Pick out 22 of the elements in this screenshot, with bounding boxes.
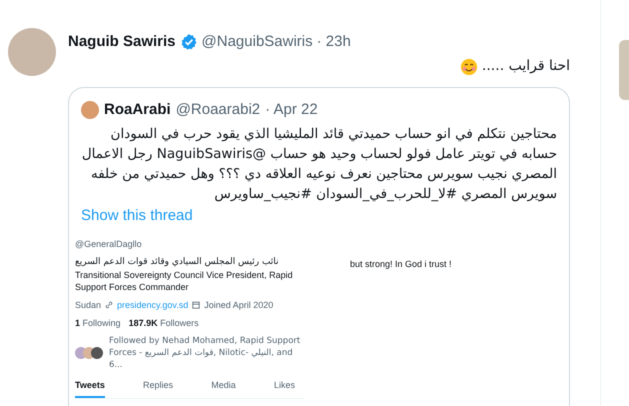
- tweet-time[interactable]: · 23h: [316, 32, 351, 52]
- profile-tab[interactable]: Media: [211, 377, 236, 398]
- tweet-time: · Apr 22: [265, 100, 318, 120]
- profile-website: presidency.gov.sd: [117, 299, 188, 311]
- tweet-text: but strong! In God i trust !: [350, 258, 452, 271]
- profile-tab[interactable]: Likes: [274, 377, 295, 398]
- profile-joined: Joined April 2020: [204, 299, 274, 311]
- following-count: 1 Following: [75, 317, 121, 329]
- user-name: RoaArabi: [104, 100, 171, 120]
- profile-location: Sudan: [75, 299, 102, 311]
- tweet-text: احنا قرايب .....: [482, 57, 570, 76]
- quoted-tweet-text: محتاجين نتكلم في انو حساب حميدتي قائد المليشيا الذي يقود حرب في السودان حسابه في تويتر عامل فولو لحساب وحيد هو حساب @NaguibSawiris رجل الاعمال المصري نجيب سويرس محتاجين نعرف نوعيه العلاقه دي ؟؟؟ وهل حميدتي من خلفه سويرس المصري #لا_للحرب_في_السودان #نجيب_ساويرس: [80, 125, 558, 204]
- followers-count: 187.9K Followers: [128, 317, 199, 329]
- followed-by-text: Followed by Nehad Mohamed, Rapid Support Forces - قوات الدعم السريع, Nilotic- النيلي, and 6...: [109, 335, 302, 371]
- profile-tab[interactable]: Tweets: [75, 377, 105, 398]
- profile-handle: @GeneralDagllo: [75, 238, 143, 250]
- profile-bio: نائب رئيس المجلس السيادي وقائد قوات الدعم السريع: [75, 256, 280, 268]
- user-handle[interactable]: @NaguibSawiris: [202, 32, 313, 52]
- profile-tab[interactable]: Replies: [143, 377, 174, 398]
- user-name[interactable]: Naguib Sawiris: [68, 32, 176, 52]
- user-handle: @Roaarabi2: [176, 100, 260, 120]
- profile-bio: Transitional Sovereignty Council Vice President, Rapid Support Forces Commander: [75, 269, 294, 293]
